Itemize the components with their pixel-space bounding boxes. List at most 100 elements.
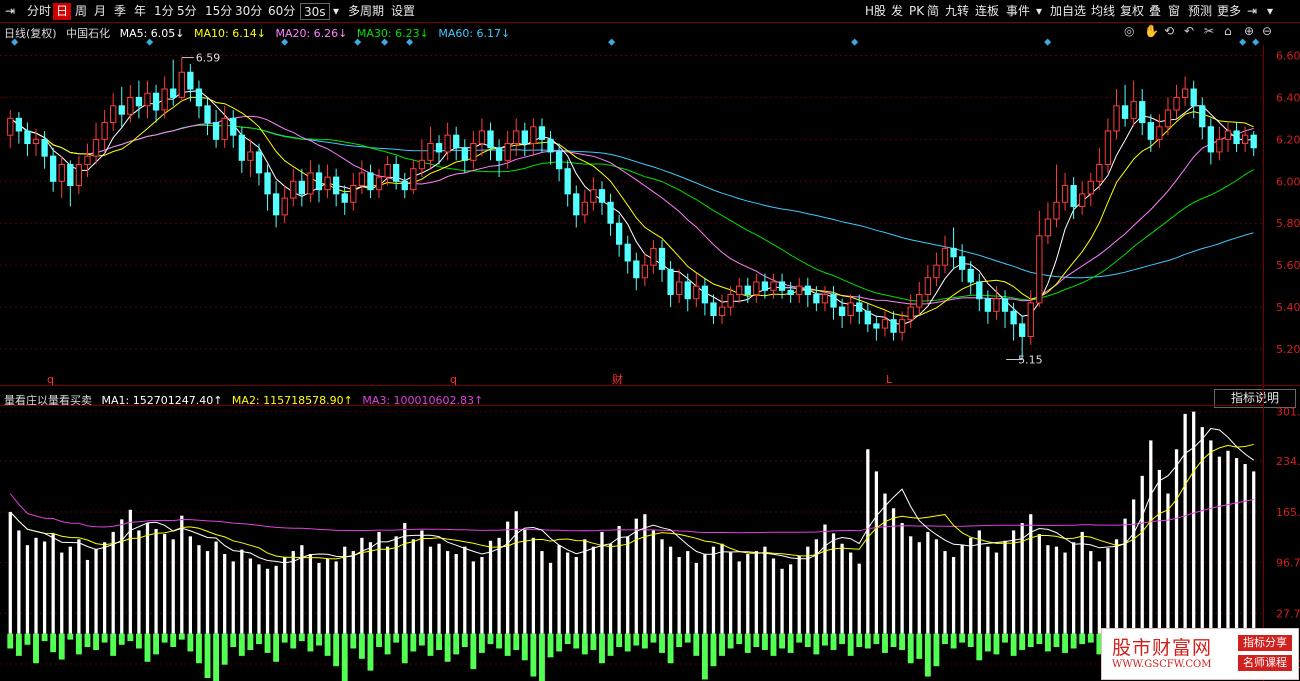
volume-negative-bar [547, 633, 554, 658]
candle-body [307, 172, 314, 195]
candle-body [641, 264, 649, 279]
volume-negative-bar [564, 633, 571, 645]
volume-bar [85, 559, 90, 634]
candle-body [796, 285, 803, 296]
volume-bar [737, 561, 741, 634]
volume-bar [951, 556, 956, 634]
candle-body [615, 222, 623, 245]
volume-negative-bar [796, 633, 803, 643]
candle-body [1044, 218, 1052, 237]
volume-bar [874, 471, 879, 634]
candle-body [1164, 109, 1172, 128]
volume-negative-bar [41, 633, 48, 642]
candle-body [453, 134, 460, 149]
volume-bar [1003, 540, 1007, 634]
candle-body [195, 88, 203, 107]
candle-body [941, 247, 949, 266]
volume-negative-bar [144, 633, 151, 662]
watermark-url: WWW.GSCFW.COM [1112, 659, 1212, 670]
volume-negative-bar [401, 633, 408, 664]
candle-body [187, 71, 194, 90]
volume-bar [377, 531, 381, 634]
volume-negative-bar [530, 633, 537, 677]
volume-negative-bar [650, 633, 657, 643]
candle-body [1019, 323, 1026, 337]
candle-body [838, 306, 846, 316]
volume-bar [789, 564, 793, 634]
volume-negative-bar [822, 633, 828, 646]
volume-bar [608, 543, 613, 634]
candle-body [332, 176, 340, 195]
volume-negative-bar [93, 633, 99, 650]
candle-body [495, 147, 503, 161]
candle-body [701, 285, 709, 304]
volume-negative-bar [15, 633, 22, 656]
volume-bar [1037, 534, 1041, 634]
candle-body [693, 285, 700, 300]
volume-negative-bar [213, 633, 220, 681]
volume-negative-bar [693, 633, 700, 656]
candle-body [521, 130, 528, 145]
volume-bar [883, 493, 887, 634]
event-marker-icon [1044, 38, 1052, 46]
volume-bar [849, 552, 853, 634]
vol-tick-label: 234. [1276, 455, 1300, 468]
volume-negative-bar [7, 633, 14, 649]
volume-negative-bar [50, 633, 57, 653]
candle-body [1216, 138, 1223, 153]
candle-body [290, 180, 297, 199]
volume-bar [411, 539, 415, 634]
candle-body [58, 164, 65, 182]
volume-negative-bar [890, 633, 897, 648]
volume-bar [891, 508, 896, 634]
volume-negative-bar [307, 633, 314, 652]
volume-negative-bar [804, 633, 811, 648]
volume-bar [94, 548, 98, 634]
candle-body [178, 71, 185, 98]
volume-bar [428, 546, 433, 634]
volume-negative-bar [384, 633, 391, 655]
candle-body [916, 294, 923, 308]
volume-bar [403, 523, 407, 634]
volume-negative-bar [599, 633, 605, 664]
candle-body [993, 298, 1000, 312]
volume-bar [1234, 458, 1239, 634]
volume-negative-bar [75, 633, 82, 655]
volume-negative-bar [367, 633, 374, 671]
volume-bar [317, 562, 321, 634]
volume-bar [334, 561, 338, 634]
volume-bar [840, 543, 844, 634]
volume-bar [351, 551, 355, 634]
candle-body [1199, 105, 1206, 128]
vol-tick-label: 301. [1276, 406, 1300, 419]
volume-bar [686, 551, 690, 634]
volume-negative-bar [67, 633, 74, 640]
candle-body [967, 268, 974, 283]
volume-bar [746, 554, 750, 634]
volume-bar [291, 551, 295, 634]
volume-negative-bar [942, 633, 948, 645]
candle-body [1130, 101, 1137, 119]
volume-bar [343, 546, 347, 634]
candle-body [624, 243, 631, 262]
volume-negative-bar [230, 633, 237, 648]
volume-negative-bar [1062, 633, 1068, 653]
volume-bar [197, 545, 201, 634]
volume-negative-bar [1087, 633, 1094, 643]
candle-body [393, 164, 400, 182]
volume-negative-bar [187, 633, 194, 652]
candle-body [1250, 134, 1257, 149]
kline-chart[interactable]: 6.60 6.40 6.20 6.00 5.80 5.60 5.40 5.20 301. 234.… [0, 0, 1300, 681]
candle-body [264, 172, 271, 195]
volume-negative-bar [727, 633, 734, 649]
candle-body [958, 256, 966, 270]
candle-body [204, 105, 211, 124]
volume-negative-bar [539, 633, 545, 681]
volume-bar [1217, 456, 1222, 634]
volume-bar [557, 545, 561, 634]
volume-bar [763, 546, 767, 634]
candle-body [221, 117, 228, 140]
volume-bar [240, 549, 244, 634]
volume-bar [1157, 469, 1162, 634]
volume-bar [720, 543, 724, 634]
